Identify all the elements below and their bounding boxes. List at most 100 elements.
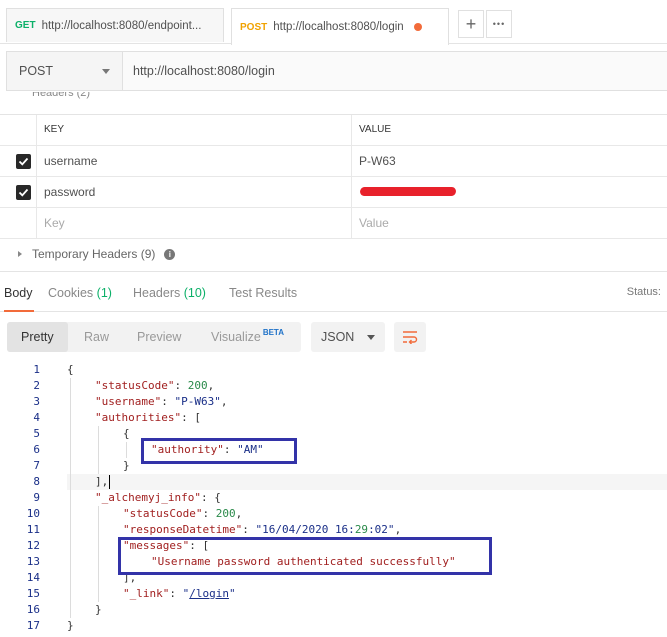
request-tab-bar: GET http://localhost:8080/endpoint... PO… [0,0,667,45]
code-text: { [67,363,74,376]
code-text: "_link": "/login" [123,587,236,600]
temporary-headers-toggle[interactable]: Temporary Headers (9) i [18,247,176,261]
code-text: { [123,427,130,440]
code-text: ], [95,475,109,488]
wrap-lines-button[interactable] [394,322,426,352]
tab-cookies[interactable]: Cookies (1) [48,286,112,300]
format-select[interactable]: JSON [311,322,385,352]
line-number: 7 [33,459,40,472]
tab-label: Test Results [229,286,298,300]
header-key-cell[interactable]: password [36,177,352,207]
headers-section-title: Headers (2) [32,92,91,99]
line-number: 15 [26,587,40,600]
headers-table: KEY VALUE username P-W63 password Key Va… [0,114,667,239]
line-number: 1 [33,363,40,376]
code-text: "statusCode": 200, [95,379,215,392]
tab-count: (10) [183,286,206,300]
line-number: 8 [33,475,40,488]
indent-guide [70,378,71,618]
header-key-cell[interactable]: username [36,146,352,176]
more-tabs-button[interactable]: ••• [486,10,512,38]
unsaved-dot-icon [413,23,422,31]
text-cursor [109,475,110,489]
code-text: "username": "P-W63", [95,395,228,408]
method-select[interactable]: POST [7,52,123,90]
annotation-box-authority [141,438,297,464]
view-preview-button[interactable]: Preview [137,322,181,352]
code-text: "statusCode": 200, [123,507,243,520]
active-tab-indicator [4,310,34,312]
view-pretty-button[interactable]: Pretty [7,322,68,352]
chevron-down-icon [367,334,375,340]
tab-body[interactable]: Body [4,286,33,300]
line-number: 6 [33,443,40,456]
line-number: 16 [26,603,40,616]
indent-guide [126,442,127,458]
annotation-box-messages [118,537,492,575]
line-number: 11 [26,523,40,536]
url-input[interactable] [123,52,667,90]
method-value: POST [19,64,54,78]
line-number: 5 [33,427,40,440]
code-text: "responseDatetime": "16/04/2020 16:29:02… [123,523,402,536]
code-text: } [123,459,130,472]
line-number: 17 [26,619,40,632]
table-header-row: KEY VALUE [0,115,667,146]
tab-count: (1) [96,286,112,300]
table-row: password [0,177,667,208]
redaction-mark [359,187,457,196]
response-tabs: Body Cookies (1) Headers (10) Test Resul… [0,271,667,312]
view-raw-button[interactable]: Raw [84,322,109,352]
new-key-input[interactable]: Key [36,208,352,238]
indent-guide [98,426,99,474]
tab-method: POST [240,21,268,33]
code-text: } [95,603,102,616]
tab-get-endpoint[interactable]: GET http://localhost:8080/endpoint... [6,8,224,42]
line-number: 2 [33,379,40,392]
status-label: Status: [626,286,661,298]
table-row: username P-W63 [0,146,667,177]
line-number: 9 [33,491,40,504]
line-number: 4 [33,411,40,424]
tab-test-results[interactable]: Test Results [229,286,297,300]
line-number: 10 [26,507,40,520]
table-row-new: Key Value [0,208,667,239]
beta-badge: BETA [262,328,284,337]
chevron-down-icon [102,68,110,74]
tab-url: http://localhost:8080/endpoint... [41,19,202,32]
tab-headers[interactable]: Headers (10) [133,286,206,300]
info-icon[interactable]: i [164,248,176,260]
tab-method: GET [15,20,36,31]
code-text: "authorities": [ [95,411,201,424]
tab-url: http://localhost:8080/login [273,21,404,33]
tab-label: Cookies [48,286,94,300]
code-text: "_alchemyj_info": { [95,491,221,504]
view-visualize-button[interactable]: Visualize BETA [211,322,284,352]
code-text: } [67,619,74,632]
visualize-label: Visualize [211,330,261,344]
tab-label: Body [4,286,33,300]
new-tab-button[interactable]: + [458,10,484,38]
chevron-right-icon [18,251,22,257]
temporary-headers-label: Temporary Headers [32,247,138,261]
format-value: JSON [321,330,355,344]
current-line-highlight [67,474,667,490]
column-header-key: KEY [36,115,352,145]
more-icon: ••• [492,19,506,29]
url-bar: POST [6,51,667,91]
tab-label: Headers [133,286,181,300]
plus-icon: + [465,13,477,34]
header-enabled-checkbox[interactable] [16,154,31,169]
header-enabled-checkbox[interactable] [16,185,31,200]
line-number: 13 [26,555,40,568]
column-header-value: VALUE [359,124,392,135]
tab-post-login[interactable]: POST http://localhost:8080/login [231,8,449,45]
new-value-input[interactable]: Value [352,208,667,238]
indent-guide [98,506,99,602]
check-icon [18,188,29,197]
temporary-headers-count: (9) [140,247,156,261]
wrap-lines-icon [403,331,418,344]
header-value-cell[interactable]: P-W63 [352,146,667,176]
line-number: 14 [26,571,40,584]
line-number: 12 [26,539,40,552]
